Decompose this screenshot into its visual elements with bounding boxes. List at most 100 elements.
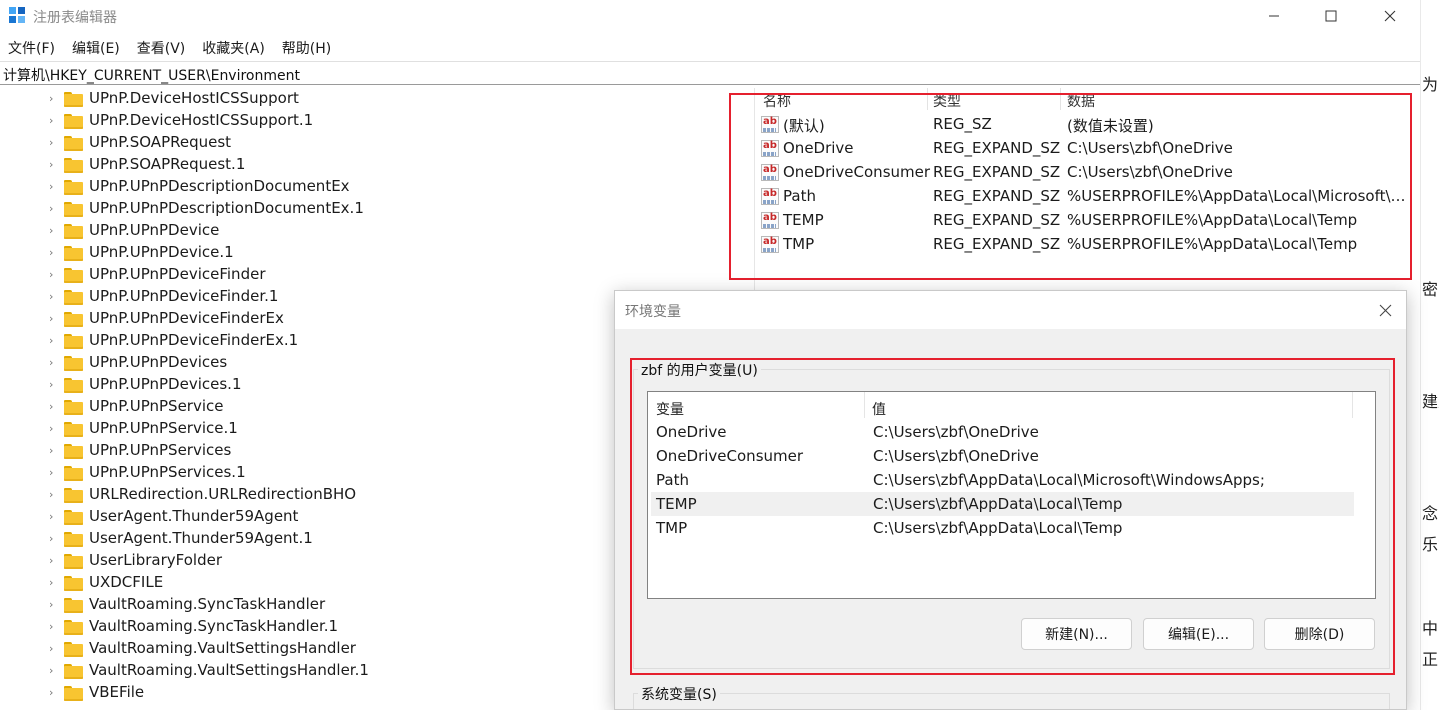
chevron-right-icon[interactable]: › [49,335,59,347]
chevron-right-icon[interactable]: › [49,599,59,611]
chevron-right-icon[interactable]: › [49,555,59,567]
tree-item-label: UPnP.UPnPDescriptionDocumentEx [89,177,350,195]
menu-edit[interactable]: 编辑(E) [64,34,129,58]
folder-icon [64,598,83,613]
dialog-close-button[interactable] [1368,297,1402,323]
chevron-right-icon[interactable]: › [49,225,59,237]
chevron-right-icon[interactable]: › [49,511,59,523]
folder-icon [64,246,83,261]
tree-item-label: UPnP.UPnPServices [89,441,232,459]
chevron-right-icon[interactable]: › [49,423,59,435]
user-variables-highlight-box [630,358,1395,675]
menu-favorites[interactable]: 收藏夹(A) [194,34,274,58]
tree-item-label: UPnP.DeviceHostICSSupport [89,89,299,107]
folder-icon [64,664,83,679]
background-text: 中 [1422,619,1439,638]
chevron-right-icon[interactable]: › [49,159,59,171]
folder-icon [64,312,83,327]
folder-icon [64,444,83,459]
close-icon [1384,10,1396,22]
chevron-right-icon[interactable]: › [49,357,59,369]
tree-item-label: UPnP.SOAPRequest.1 [89,155,246,173]
chevron-right-icon[interactable]: › [49,621,59,633]
menu-bar: 文件(F) 编辑(E) 查看(V) 收藏夹(A) 帮助(H) [0,34,340,58]
chevron-right-icon[interactable]: › [49,115,59,127]
folder-icon [64,356,83,371]
folder-icon [64,290,83,305]
tree-item-label: UPnP.SOAPRequest [89,133,232,151]
tree-item-label: VaultRoaming.VaultSettingsHandler.1 [89,661,369,679]
folder-icon [64,554,83,569]
folder-icon [64,334,83,349]
chevron-right-icon[interactable]: › [49,247,59,259]
folder-icon [64,158,83,173]
chevron-right-icon[interactable]: › [49,467,59,479]
folder-icon [64,114,83,129]
dialog-title-bar: 环境变量 [615,291,1406,329]
system-variables-group [633,693,1390,709]
folder-icon [64,422,83,437]
chevron-right-icon[interactable]: › [49,379,59,391]
chevron-right-icon[interactable]: › [49,137,59,149]
chevron-right-icon[interactable]: › [49,533,59,545]
close-button[interactable] [1362,0,1418,32]
folder-icon [64,224,83,239]
folder-icon [64,268,83,283]
menu-view[interactable]: 查看(V) [129,34,195,58]
tree-item-label: VaultRoaming.SyncTaskHandler [89,595,326,613]
tree-item-label: UPnP.UPnPDevice [89,221,220,239]
folder-icon [64,378,83,393]
chevron-right-icon[interactable]: › [49,313,59,325]
tree-item-label: UPnP.UPnPDescriptionDocumentEx.1 [89,199,364,217]
folder-icon [64,532,83,547]
background-text: 念 [1422,504,1439,523]
tree-item-label: UPnP.UPnPDeviceFinder.1 [89,287,279,305]
tree-item-label: UPnP.DeviceHostICSSupport.1 [89,111,314,129]
chevron-right-icon[interactable]: › [49,665,59,677]
tree-item-label: UserLibraryFolder [89,551,222,569]
folder-icon [64,136,83,151]
tree-item-label: UserAgent.Thunder59Agent [89,507,299,525]
chevron-right-icon[interactable]: › [49,489,59,501]
window-title: 注册表编辑器 [33,10,117,26]
folder-icon [64,620,83,635]
maximize-button[interactable] [1303,0,1359,32]
folder-icon [64,202,83,217]
folder-icon [64,400,83,415]
tree-item-label: VaultRoaming.SyncTaskHandler.1 [89,617,339,635]
tree-item-label: VaultRoaming.VaultSettingsHandler [89,639,356,657]
maximize-icon [1325,10,1337,22]
chevron-right-icon[interactable]: › [49,269,59,281]
chevron-right-icon[interactable]: › [49,401,59,413]
tree-item-label: VBEFile [89,683,145,701]
system-variables-label: 系统变量(S) [638,684,720,704]
tree-item-label: UPnP.UPnPDeviceFinder [89,265,266,283]
chevron-right-icon[interactable]: › [49,687,59,699]
background-window-strip: 为囗 密 建生 念 乐贡 中 正 [1420,0,1439,710]
tree-item-label: UPnP.UPnPDevice.1 [89,243,234,261]
background-text: 正 [1422,650,1439,669]
chevron-right-icon[interactable]: › [49,291,59,303]
menu-help[interactable]: 帮助(H) [274,34,340,58]
background-text: 为囗 [1422,75,1439,94]
chevron-right-icon[interactable]: › [49,203,59,215]
folder-icon [64,466,83,481]
chevron-right-icon[interactable]: › [49,181,59,193]
values-highlight-box [729,93,1412,280]
tree-item-label: UPnP.UPnPDevices.1 [89,375,242,393]
address-bar[interactable]: 计算机\HKEY_CURRENT_USER\Environment [0,61,1420,85]
folder-icon [64,180,83,195]
chevron-right-icon[interactable]: › [49,577,59,589]
tree-item-label: UserAgent.Thunder59Agent.1 [89,529,313,547]
folder-icon [64,488,83,503]
chevron-right-icon[interactable]: › [49,445,59,457]
chevron-right-icon[interactable]: › [49,643,59,655]
menu-file[interactable]: 文件(F) [0,34,64,58]
tree-item-label: UPnP.UPnPDevices [89,353,228,371]
chevron-right-icon[interactable]: › [49,93,59,105]
background-text: 乐贡 [1422,535,1439,554]
minimize-button[interactable] [1246,0,1302,32]
folder-icon [64,92,83,107]
folder-icon [64,642,83,657]
tree-item-label: UPnP.UPnPDeviceFinderEx [89,309,284,327]
